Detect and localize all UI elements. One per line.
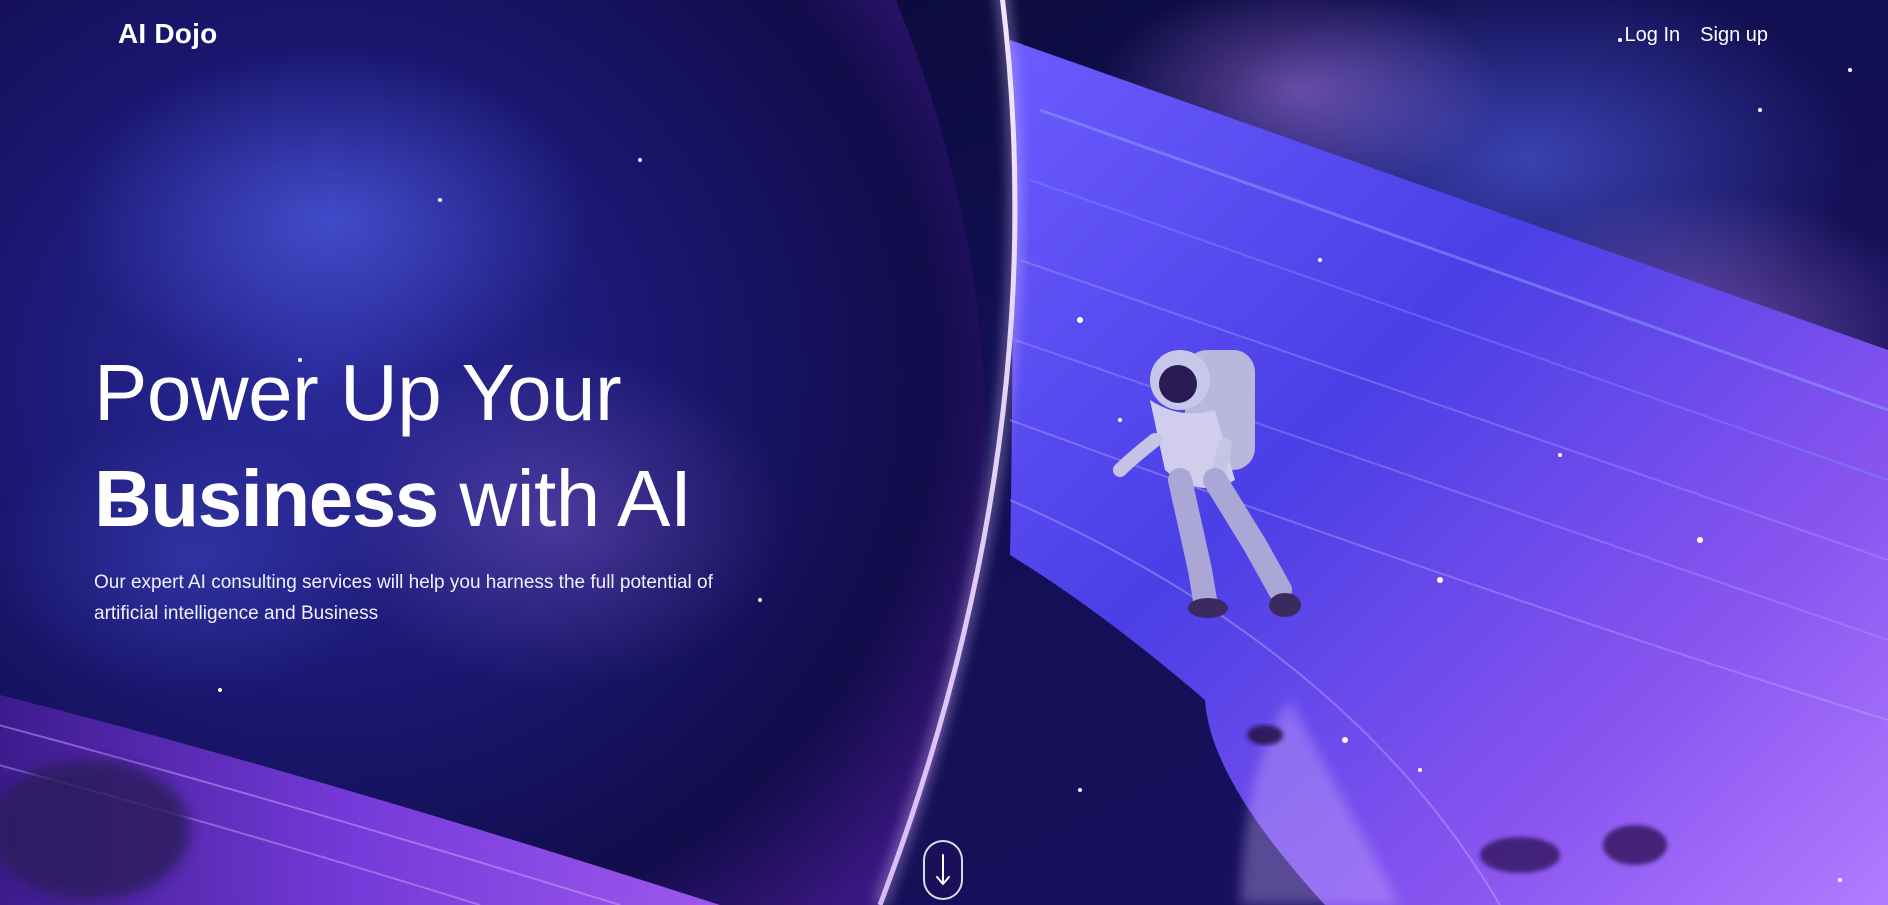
headline-strong-word: Business [94,454,439,543]
scroll-down-button[interactable] [923,840,963,900]
headline-line-2: Business with AI [94,446,854,552]
signup-link[interactable]: Sign up [1700,24,1768,47]
auth-links: Log In Sign up [1625,24,1768,47]
brand-logo-link[interactable]: AI Dojo [118,18,217,50]
headline-line-1: Power Up Your [94,348,622,437]
top-navbar: AI Dojo Log In Sign up [0,0,1888,74]
hero-section: AI Dojo Log In Sign up Power Up Your Bus… [0,0,1888,905]
headline-rest: with AI [437,454,692,543]
arrow-down-icon [936,854,950,885]
hero-headline: Power Up Your Business with AI [94,340,854,552]
hero-subtext: Our expert AI consulting services will h… [94,572,713,624]
login-link[interactable]: Log In [1625,24,1681,47]
